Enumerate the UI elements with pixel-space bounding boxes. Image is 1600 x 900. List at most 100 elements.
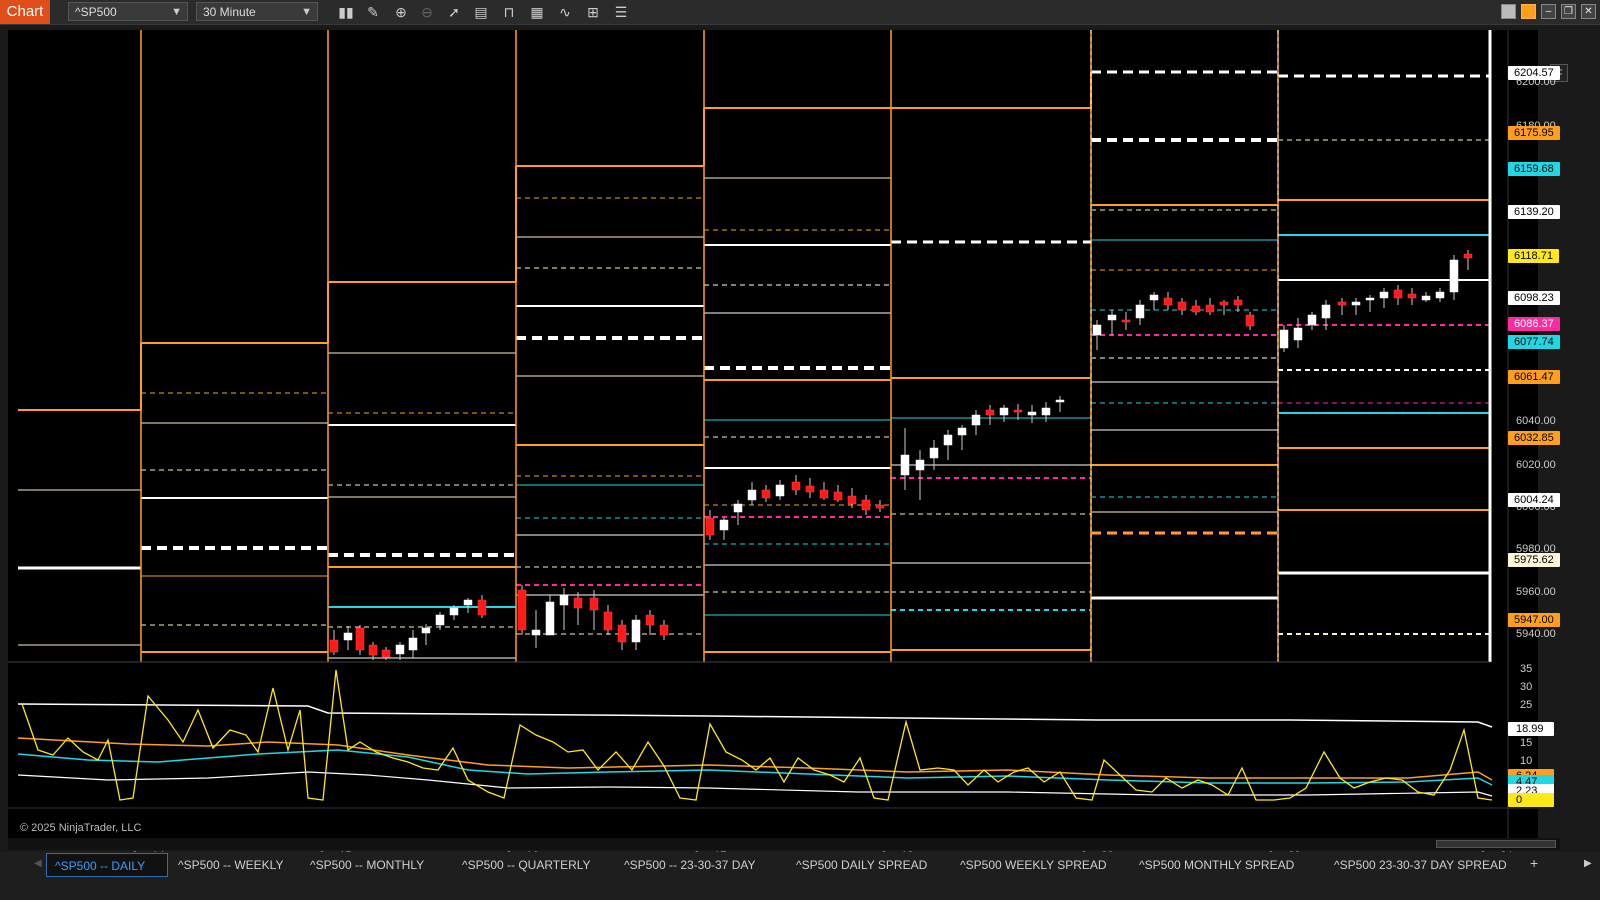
chart-window-tab[interactable]: Chart: [0, 0, 50, 24]
candle-body: [1393, 289, 1403, 299]
candle-body: [1279, 329, 1289, 349]
candle-body: [915, 459, 925, 471]
candle-body: [805, 485, 815, 493]
scrollbar-thumb[interactable]: [1436, 840, 1556, 848]
indicator-line-cyan: [17, 749, 1493, 786]
split-panel-icon[interactable]: ⊓: [500, 3, 518, 21]
candle-body: [659, 624, 669, 636]
tab-scroll-right-icon[interactable]: ▶: [1584, 858, 1592, 869]
zoom-out-icon[interactable]: ⊖: [418, 3, 436, 21]
minimize-icon[interactable]: –: [1541, 4, 1556, 19]
candle-body: [368, 644, 378, 656]
candle-body: [1449, 259, 1459, 293]
indicator-marker: 18.99: [1508, 722, 1554, 736]
candle-body: [1163, 297, 1173, 306]
chart-tab[interactable]: ^SP500 23-30-37 DAY SPREAD: [1326, 853, 1515, 877]
chart-tabs-bar: ◀ ^SP500 -- DAILY ^SP500 -- WEEKLY ^SP500 …: [0, 852, 1600, 900]
candle-body: [645, 614, 655, 626]
candle-body: [1055, 399, 1065, 403]
candle-body: [603, 611, 613, 631]
color-icon[interactable]: [1521, 4, 1536, 19]
price-marker: 6004.24: [1508, 493, 1560, 507]
chart-tab[interactable]: ^SP500 -- MONTHLY: [302, 853, 432, 877]
chart-canvas[interactable]: [8, 30, 1538, 840]
add-tab-icon[interactable]: +: [1530, 855, 1538, 871]
interval-selector[interactable]: 30 Minute ▼: [196, 2, 318, 21]
restore-icon[interactable]: ❐: [1561, 4, 1576, 19]
candle-body: [545, 601, 555, 636]
axis-lines: [8, 30, 1538, 840]
chart-tab[interactable]: ^SP500 -- 23-30-37 DAY: [616, 853, 763, 877]
candle-body: [900, 454, 910, 476]
price-marker: 6098.23: [1508, 291, 1560, 305]
candle-body: [1149, 294, 1159, 301]
price-candles: [329, 250, 1473, 660]
pointer-icon[interactable]: ➚: [445, 3, 463, 21]
indicators-icon[interactable]: ∿: [556, 3, 574, 21]
interval-value: 30 Minute: [203, 5, 256, 19]
strategies-icon[interactable]: ⊞: [584, 3, 602, 21]
candle-body: [861, 499, 871, 511]
indicator-axis-tick: 25: [1520, 699, 1533, 711]
candle-body: [1041, 407, 1051, 416]
zoom-in-icon[interactable]: ⊕: [392, 3, 410, 21]
candle-body: [1233, 299, 1243, 306]
candle-body: [943, 434, 953, 446]
candle-body: [875, 504, 885, 509]
draw-pencil-icon[interactable]: ✎: [364, 3, 382, 21]
candle-body: [929, 447, 939, 459]
chevron-down-icon: ▼: [171, 6, 182, 18]
chart-toolbar: Chart ^SP500 ▼ 30 Minute ▼ ▮▮ ✎ ⊕ ⊖ ➚ ▤ …: [0, 0, 1600, 25]
price-marker: 6118.71: [1508, 249, 1559, 263]
price-marker: 6086.37: [1508, 317, 1560, 331]
candle-body: [559, 594, 569, 606]
chart-tab[interactable]: ^SP500 MONTHLY SPREAD: [1131, 853, 1302, 877]
price-marker: 6175.95: [1508, 126, 1560, 140]
candle-body: [999, 407, 1009, 416]
candle-body: [705, 517, 715, 536]
candle-body: [1205, 304, 1215, 313]
price-marker: 6032.85: [1508, 431, 1560, 445]
level-lines: [18, 30, 1492, 662]
candle-body: [719, 519, 729, 531]
candle-body: [477, 599, 487, 616]
candle-body: [421, 627, 431, 634]
chart-templates-icon[interactable]: ▦: [528, 3, 546, 21]
candle-body: [631, 619, 641, 643]
data-box-icon[interactable]: ▤: [472, 3, 490, 21]
properties-list-icon[interactable]: ☰: [612, 3, 630, 21]
chart-tab[interactable]: ^SP500 -- QUARTERLY: [454, 853, 599, 877]
instrument-selector[interactable]: ^SP500 ▼: [68, 2, 188, 21]
candle-body: [747, 489, 757, 501]
chart-tab[interactable]: ^SP500 DAILY SPREAD: [788, 853, 935, 877]
tab-scroll-left-icon[interactable]: ◀: [34, 858, 42, 869]
candle-body: [1379, 291, 1389, 299]
indicator-axis-tick: 10: [1520, 755, 1533, 767]
tile-icon[interactable]: [1501, 4, 1516, 19]
price-axis-tick: 5940.00: [1516, 628, 1556, 640]
candle-body: [1245, 314, 1255, 327]
chart-tab[interactable]: ^SP500 WEEKLY SPREAD: [952, 853, 1115, 877]
candle-body: [1219, 301, 1229, 306]
chevron-down-icon: ▼: [301, 6, 312, 18]
chart-tab[interactable]: ^SP500 -- DAILY: [46, 853, 168, 877]
close-icon[interactable]: ✕: [1581, 4, 1596, 19]
indicator-axis-tick: 15: [1520, 737, 1533, 749]
candle-body: [847, 495, 857, 505]
indicator-line-orange: [17, 737, 1493, 781]
candle-body: [971, 414, 981, 426]
price-marker: 6204.57: [1508, 66, 1560, 80]
chart-panel[interactable]: © 2025 NinjaTrader, LLC F 6200.006180.00…: [8, 30, 1568, 862]
chart-tab[interactable]: ^SP500 -- WEEKLY: [170, 853, 291, 877]
price-marker: 6077.74: [1508, 335, 1560, 349]
candle-body: [573, 597, 583, 609]
indicator-line-white: [17, 703, 1493, 728]
candle-body: [733, 503, 743, 513]
chart-scrollbar[interactable]: [8, 838, 1560, 850]
candle-body: [761, 489, 771, 499]
candle-body: [1463, 253, 1473, 259]
price-axis-tick: 6040.00: [1516, 415, 1556, 427]
candle-body: [819, 489, 829, 499]
candle-body: [355, 627, 365, 651]
bar-type-icon[interactable]: ▮▮: [337, 3, 355, 21]
